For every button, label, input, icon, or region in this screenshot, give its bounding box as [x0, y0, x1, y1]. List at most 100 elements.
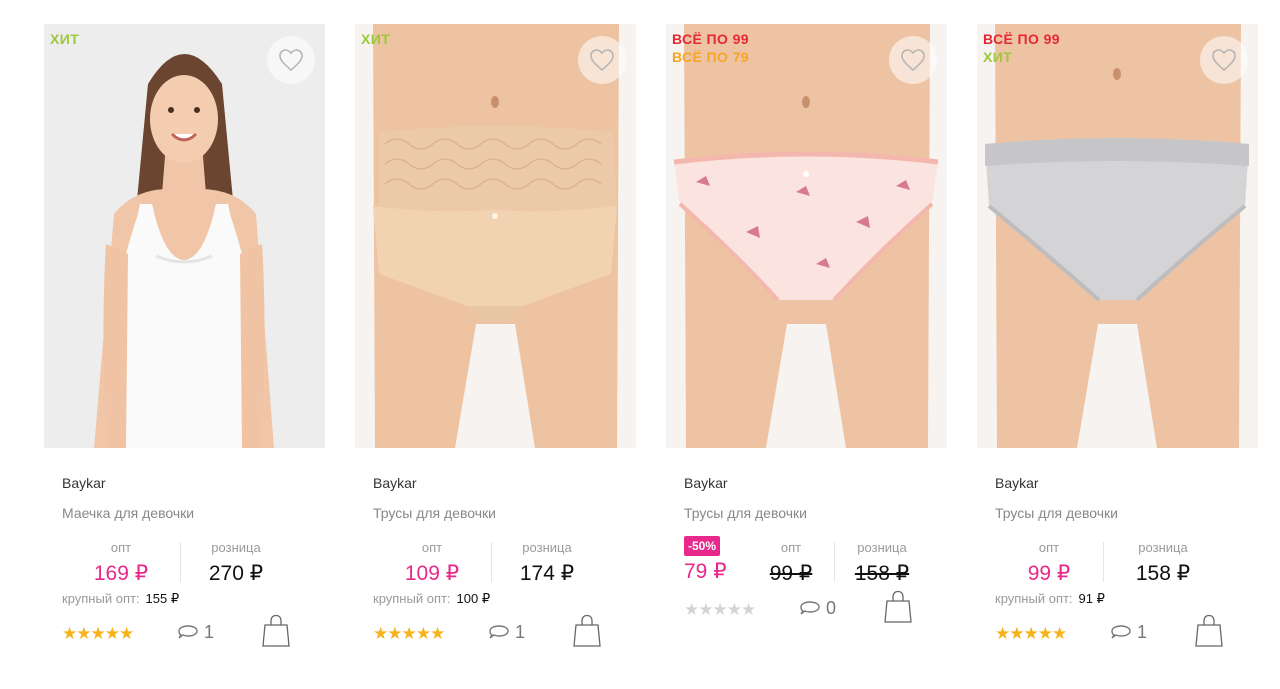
retail-price: 174 ₽ — [519, 562, 575, 585]
product-grid: ХИТ Baykar Маечка для девочки опт 169 ₽ … — [0, 0, 1280, 689]
product-image[interactable]: ВСЁ ПО 99 ВСЁ ПО 79 — [666, 24, 947, 448]
hit-badge: ХИТ — [983, 49, 1013, 65]
product-brand[interactable]: Baykar — [373, 475, 619, 492]
opt-price-col: опт 99 ₽ — [1023, 540, 1075, 586]
favorite-button[interactable] — [578, 36, 626, 84]
product-card[interactable]: ХИТ Baykar Трусы для девочки опт 109 ₽ р… — [355, 24, 637, 684]
comment-count: 1 — [204, 622, 215, 642]
badge-stack: ВСЁ ПО 99 ХИТ — [983, 31, 1060, 66]
product-image[interactable]: ХИТ — [355, 24, 636, 448]
bulk-price-row: крупный опт: 155 ₽ — [62, 590, 308, 608]
product-title[interactable]: Трусы для девочки — [995, 505, 1241, 522]
heart-icon — [279, 49, 303, 72]
product-card[interactable]: ВСЁ ПО 99 ХИТ Baykar Трусы для девочки о… — [977, 24, 1259, 684]
rating-stars: ★★★★★ — [684, 600, 756, 619]
pink-print-briefs-photo — [666, 24, 947, 448]
favorite-button[interactable] — [1200, 36, 1248, 84]
comments-link[interactable]: 1 — [178, 622, 214, 643]
product-title[interactable]: Маечка для девочки — [62, 505, 308, 522]
retail-price-col: розница 270 ₽ — [204, 540, 268, 586]
shopping-bag-icon[interactable] — [1195, 614, 1223, 648]
favorite-button[interactable] — [267, 36, 315, 84]
grey-briefs-photo — [977, 24, 1258, 448]
retail-label: розница — [857, 540, 907, 555]
opt-price: 109 ₽ — [404, 562, 460, 585]
heart-icon — [590, 49, 614, 72]
product-title[interactable]: Трусы для девочки — [684, 505, 930, 522]
opt-price: 169 ₽ — [93, 562, 149, 585]
price-divider — [1103, 542, 1104, 582]
product-brand[interactable]: Baykar — [684, 475, 930, 492]
retail-label: розница — [522, 540, 572, 555]
promo-badge-79: ВСЁ ПО 79 — [672, 49, 749, 65]
product-brand[interactable]: Baykar — [995, 475, 1241, 492]
bulk-label: крупный опт: — [995, 591, 1073, 606]
badge-stack: ХИТ — [361, 31, 390, 48]
bulk-price-row: крупный опт: 100 ₽ — [373, 590, 619, 608]
card-footer: ★★★★★ 1 — [62, 614, 308, 654]
comment-count: 1 — [1137, 622, 1148, 642]
price-divider — [180, 542, 181, 582]
rating-stars: ★★★★★ — [373, 624, 445, 643]
card-footer: ★★★★★ 1 — [373, 614, 619, 654]
discount-badge: -50% — [684, 536, 721, 556]
product-card[interactable]: ХИТ Baykar Маечка для девочки опт 169 ₽ … — [44, 24, 326, 684]
favorite-button[interactable] — [889, 36, 937, 84]
retail-price: 158 ₽ — [1135, 562, 1191, 585]
price-divider — [491, 542, 492, 582]
beige-lace-briefs-photo — [355, 24, 636, 448]
comment-icon — [800, 600, 820, 615]
bulk-price: 100 ₽ — [456, 591, 491, 606]
promo-badge-99: ВСЁ ПО 99 — [983, 31, 1060, 47]
comments-link[interactable]: 1 — [1111, 622, 1147, 643]
comment-count: 1 — [515, 622, 526, 642]
retail-price-old: 158 ₽ — [854, 562, 910, 585]
shopping-bag-icon[interactable] — [573, 614, 601, 648]
product-title[interactable]: Трусы для девочки — [373, 505, 619, 522]
product-brand[interactable]: Baykar — [62, 475, 308, 492]
rating-stars: ★★★★★ — [995, 624, 1067, 643]
price-block: опт 169 ₽ розница 270 ₽ — [62, 540, 308, 590]
heart-icon — [901, 49, 925, 72]
promo-badge-99: ВСЁ ПО 99 — [672, 31, 749, 47]
comments-link[interactable]: 0 — [800, 598, 836, 619]
opt-price-old: 99 ₽ — [769, 562, 813, 585]
product-card[interactable]: ВСЁ ПО 99 ВСЁ ПО 79 Baykar Трусы для дев… — [666, 24, 948, 684]
opt-price-col: опт 99 ₽ — [764, 540, 818, 586]
bulk-price: 91 ₽ — [1078, 591, 1105, 606]
price-block: опт 99 ₽ розница 158 ₽ — [995, 540, 1241, 590]
retail-price-col: розница 158 ₽ — [1131, 540, 1195, 586]
badge-stack: ХИТ — [50, 31, 79, 48]
card-footer: ★★★★★ 0 — [684, 590, 930, 630]
badge-stack: ВСЁ ПО 99 ВСЁ ПО 79 — [672, 31, 749, 66]
shopping-bag-icon[interactable] — [884, 590, 912, 624]
girl-tank-top-photo — [44, 24, 325, 448]
bulk-label: крупный опт: — [62, 591, 140, 606]
sale-price: 79 ₽ — [684, 560, 727, 583]
price-block: -50% 79 ₽ опт 99 ₽ розница 158 ₽ — [684, 536, 930, 590]
comment-count: 0 — [826, 598, 837, 618]
card-footer: ★★★★★ 1 — [995, 614, 1241, 654]
retail-price: 270 ₽ — [208, 562, 264, 585]
comment-icon — [178, 624, 198, 639]
product-image[interactable]: ХИТ — [44, 24, 325, 448]
retail-price-col: розница 174 ₽ — [515, 540, 579, 586]
opt-price-col: опт 109 ₽ — [401, 540, 463, 586]
sale-price-col: -50% 79 ₽ — [684, 536, 730, 584]
hit-badge: ХИТ — [361, 31, 391, 47]
product-image[interactable]: ВСЁ ПО 99 ХИТ — [977, 24, 1258, 448]
rating-stars: ★★★★★ — [62, 624, 134, 643]
opt-price: 99 ₽ — [1027, 562, 1071, 585]
comment-icon — [1111, 624, 1131, 639]
retail-price-col: розница 158 ₽ — [850, 540, 914, 586]
price-divider — [834, 542, 835, 582]
comments-link[interactable]: 1 — [489, 622, 525, 643]
opt-label: опт — [780, 540, 802, 555]
bulk-label: крупный опт: — [373, 591, 451, 606]
bulk-price-row: крупный опт: 91 ₽ — [995, 590, 1241, 608]
heart-icon — [1212, 49, 1236, 72]
retail-label: розница — [211, 540, 261, 555]
opt-label: опт — [110, 540, 132, 555]
shopping-bag-icon[interactable] — [262, 614, 290, 648]
opt-price-col: опт 169 ₽ — [90, 540, 152, 586]
